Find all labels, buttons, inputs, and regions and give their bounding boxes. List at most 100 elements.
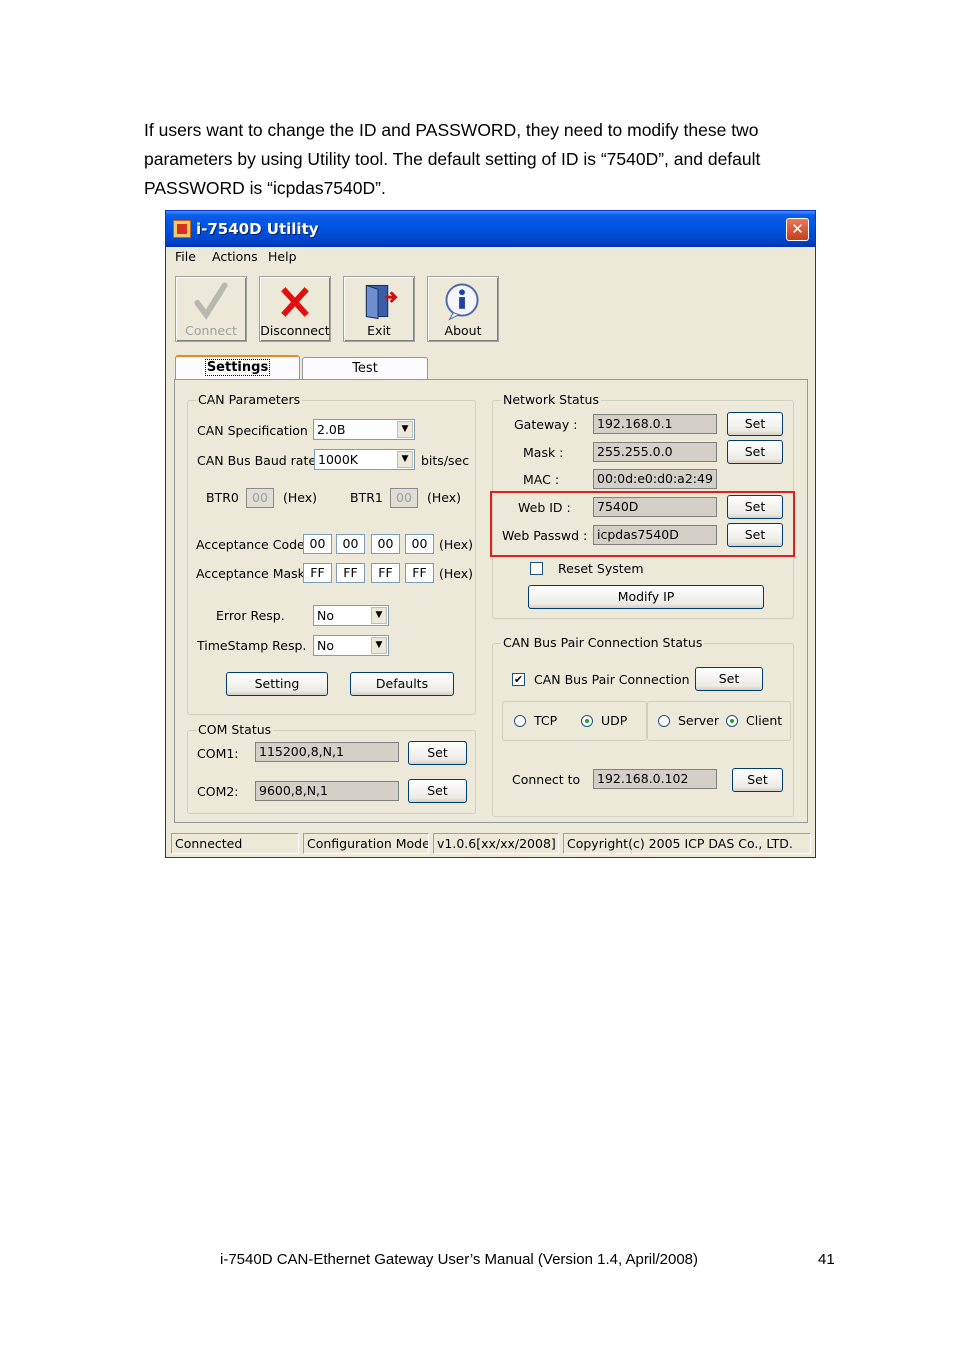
window-title: i-7540D Utility [196, 220, 319, 238]
pair-connection-set-button[interactable]: Set [695, 667, 763, 691]
title-bar[interactable]: i-7540D Utility ✕ [166, 211, 815, 247]
can-spec-value: 2.0B [317, 422, 346, 437]
acceptance-mask-field[interactable]: FF [405, 563, 434, 583]
tcp-label: TCP [534, 713, 558, 728]
group-title: COM Status [196, 722, 274, 737]
disconnect-label: Disconnect [260, 323, 330, 338]
acceptance-code-field[interactable]: 00 [303, 534, 332, 554]
reset-system-checkbox[interactable] [530, 562, 543, 575]
close-button[interactable]: ✕ [786, 218, 809, 241]
timestamp-resp-select[interactable]: No ▼ [313, 635, 389, 656]
group-title: CAN Parameters [196, 392, 303, 407]
status-mode: Configuration Mode [303, 833, 429, 854]
btr1-field[interactable]: 00 [390, 488, 418, 508]
highlight-box [490, 491, 795, 557]
com1-field[interactable]: 115200,8,N,1 [255, 742, 399, 762]
btr0-field[interactable]: 00 [246, 488, 274, 508]
tab-test[interactable]: Test [302, 357, 428, 380]
info-icon [445, 283, 479, 321]
disconnect-button[interactable]: Disconnect [259, 276, 331, 342]
menu-actions[interactable]: Actions [212, 249, 258, 264]
error-resp-value: No [317, 608, 334, 623]
setting-button[interactable]: Setting [226, 672, 328, 696]
mask-set-button[interactable]: Set [727, 440, 783, 464]
connect-label: Connect [185, 323, 237, 338]
can-spec-select[interactable]: 2.0B ▼ [313, 419, 415, 440]
can-parameters-group: CAN Parameters [187, 392, 476, 715]
intro-line: parameters by using Utility tool. The de… [144, 149, 761, 169]
footer-text: i-7540D CAN-Ethernet Gateway User’s Manu… [220, 1251, 699, 1268]
pair-connection-label: CAN Bus Pair Connection [534, 672, 690, 687]
page-number: 41 [818, 1251, 835, 1268]
menu-help[interactable]: Help [268, 249, 297, 264]
about-button[interactable]: About [427, 276, 499, 342]
baud-rate-label: CAN Bus Baud rate [197, 453, 317, 468]
exit-button[interactable]: Exit [343, 276, 415, 342]
mask-field[interactable]: 255.255.0.0 [593, 442, 717, 462]
intro-line: If users want to change the ID and PASSW… [144, 120, 759, 140]
baud-rate-value: 1000K [318, 452, 359, 467]
tab-settings[interactable]: Settings [175, 355, 300, 381]
acceptance-code-field[interactable]: 00 [336, 534, 365, 554]
connect-to-set-button[interactable]: Set [732, 768, 783, 792]
acceptance-mask-field[interactable]: FF [371, 563, 400, 583]
intro-line: PASSWORD is “icpdas7540D”. [144, 178, 386, 198]
btr1-label: BTR1 [350, 490, 383, 505]
gateway-field[interactable]: 192.168.0.1 [593, 414, 717, 434]
com1-set-button[interactable]: Set [408, 741, 467, 765]
btr0-label: BTR0 [206, 490, 239, 505]
can-spec-label: CAN Specification [197, 423, 308, 438]
client-radio[interactable] [726, 715, 738, 727]
status-version: v1.0.6[xx/xx/2008] [433, 833, 559, 854]
timestamp-resp-value: No [317, 638, 334, 653]
pair-connection-checkbox[interactable]: ✔ [512, 673, 525, 686]
com1-label: COM1: [197, 746, 239, 761]
defaults-button[interactable]: Defaults [350, 672, 454, 696]
app-icon [173, 220, 191, 238]
acceptance-code-field[interactable]: 00 [371, 534, 400, 554]
server-radio[interactable] [658, 715, 670, 727]
chevron-down-icon: ▼ [397, 421, 413, 438]
com2-field[interactable]: 9600,8,N,1 [255, 781, 399, 801]
menu-file[interactable]: File [175, 249, 196, 264]
acceptance-code-field[interactable]: 00 [405, 534, 434, 554]
mac-label: MAC : [523, 472, 560, 487]
group-title: CAN Bus Pair Connection Status [501, 635, 705, 650]
acceptance-mask-label: Acceptance Mask [196, 566, 305, 581]
com2-set-button[interactable]: Set [408, 779, 467, 803]
group-title: Network Status [501, 392, 601, 407]
gateway-set-button[interactable]: Set [727, 412, 783, 436]
mask-label: Mask : [523, 445, 564, 460]
reset-system-label: Reset System [558, 561, 644, 576]
udp-label: UDP [601, 713, 628, 728]
udp-radio[interactable] [581, 715, 593, 727]
connect-to-field[interactable]: 192.168.0.102 [593, 769, 717, 789]
exit-door-icon [365, 284, 398, 320]
connect-to-label: Connect to [512, 772, 581, 787]
client-label: Client [746, 713, 783, 728]
status-connection: Connected [171, 833, 299, 854]
utility-window: i-7540D Utility ✕ File Actions Help Conn… [165, 210, 816, 858]
acceptance-mask-field[interactable]: FF [303, 563, 332, 583]
modify-ip-button[interactable]: Modify IP [528, 585, 764, 609]
mac-field[interactable]: 00:0d:e0:d0:a2:49 [593, 469, 717, 489]
intro-paragraph: If users want to change the ID and PASSW… [144, 116, 844, 203]
hex-label: (Hex) [427, 490, 462, 505]
checkmark-icon [194, 282, 228, 320]
exit-label: Exit [367, 323, 391, 338]
hex-label: (Hex) [439, 537, 474, 552]
acceptance-mask-field[interactable]: FF [336, 563, 365, 583]
about-label: About [444, 323, 482, 338]
chevron-down-icon: ▼ [371, 637, 387, 654]
gateway-label: Gateway : [514, 417, 578, 432]
baud-rate-select[interactable]: 1000K ▼ [314, 449, 415, 470]
com2-label: COM2: [197, 784, 239, 799]
hex-label: (Hex) [283, 490, 318, 505]
red-x-icon [281, 287, 309, 317]
connect-button[interactable]: Connect [175, 276, 247, 342]
acceptance-code-label: Acceptance Code [196, 537, 305, 552]
baud-unit: bits/sec [421, 453, 470, 468]
error-resp-select[interactable]: No ▼ [313, 605, 389, 626]
tcp-radio[interactable] [514, 715, 526, 727]
timestamp-resp-label: TimeStamp Resp. [197, 638, 307, 653]
